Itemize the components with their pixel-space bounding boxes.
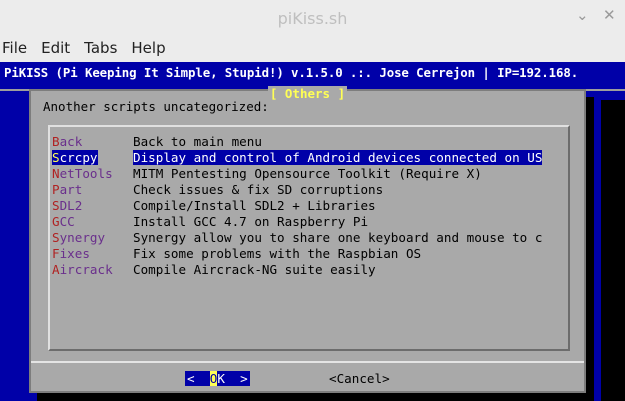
window-titlebar: piKiss.sh ⌄ ✕ [0, 0, 625, 36]
menu-item-desc: Check issues & fix SD corruptions [133, 182, 384, 197]
menu-item-scrcpy[interactable]: Scrcpy Display and control of Android dev… [52, 150, 572, 166]
menubar: File Edit Tabs Help [0, 36, 625, 62]
menu-item-desc: Display and control of Android devices c… [133, 150, 543, 165]
menu-item-desc: Compile Aircrack-NG suite easily [133, 262, 376, 277]
button-separator [31, 361, 584, 363]
menu-item-tag: Synergy [52, 230, 106, 245]
menu-item-tag: Fixes [52, 246, 90, 261]
menu-edit[interactable]: Edit [39, 36, 76, 62]
menu-item-desc: Fix some problems with the Raspbian OS [133, 246, 422, 261]
dialog-shadow [37, 393, 594, 401]
menu-item-tag: Aircrack [52, 262, 113, 277]
close-icon[interactable]: ✕ [603, 6, 616, 24]
menu-item-desc: Compile/Install SDL2 + Libraries [133, 198, 376, 213]
dialog-prompt: Another scripts uncategorized: [43, 99, 269, 114]
cancel-button[interactable]: <Cancel> [329, 371, 390, 386]
menu-list: Back Back to main menu Scrcpy Display and c… [48, 125, 570, 351]
menu-item-aircrack[interactable]: Aircrack Compile Aircrack-NG suite easily [52, 262, 572, 278]
menu-item-tag: Part [52, 182, 83, 197]
menu-item-desc: Install GCC 4.7 on Raspberry Pi [133, 214, 369, 229]
menu-item-gcc[interactable]: GCC Install GCC 4.7 on Raspberry Pi [52, 214, 572, 230]
others-dialog: [ Others ] Another scripts uncategorized… [29, 86, 586, 393]
menu-item-part[interactable]: Part Check issues & fix SD corruptions [52, 182, 572, 198]
menu-item-tag: Scrcpy [52, 150, 98, 165]
terminal[interactable]: PiKISS (Pi Keeping It Simple, Stupid!) v… [0, 62, 625, 401]
menu-item-fixes[interactable]: Fixes Fix some problems with the Raspbian… [52, 246, 572, 262]
header-text: PiKISS (Pi Keeping It Simple, Stupid!) v… [4, 65, 579, 80]
menu-item-tag: NetTools [52, 166, 113, 181]
ok-button[interactable]: < OK > [185, 371, 250, 386]
menu-tabs[interactable]: Tabs [82, 36, 123, 62]
menu-help[interactable]: Help [129, 36, 171, 62]
terminal-scrollbar[interactable] [601, 100, 625, 401]
menu-item-tag: Back [52, 134, 83, 149]
menu-item-nettools[interactable]: NetTools MITM Pentesting Opensource Toolk… [52, 166, 572, 182]
menu-item-sdl2[interactable]: SDL2 Compile/Install SDL2 + Libraries [52, 198, 572, 214]
menu-item-desc: Back to main menu [133, 134, 262, 149]
menu-item-tag: SDL2 [52, 198, 83, 213]
menu-item-tag: GCC [52, 214, 75, 229]
window-title: piKiss.sh [277, 9, 348, 28]
menu-item-desc: Synergy allow you to share one keyboard … [133, 230, 543, 245]
menu-item-synergy[interactable]: Synergy Synergy allow you to share one ke… [52, 230, 572, 246]
menu-item-desc: MITM Pentesting Opensource Toolkit (Requ… [133, 166, 482, 181]
menu-file[interactable]: File [0, 36, 33, 62]
dialog-title: [ Others ] [267, 86, 348, 101]
menu-item-back[interactable]: Back Back to main menu [52, 134, 572, 150]
chevron-down-icon[interactable]: ⌄ [576, 6, 589, 24]
dialog-shadow-side [586, 97, 594, 401]
